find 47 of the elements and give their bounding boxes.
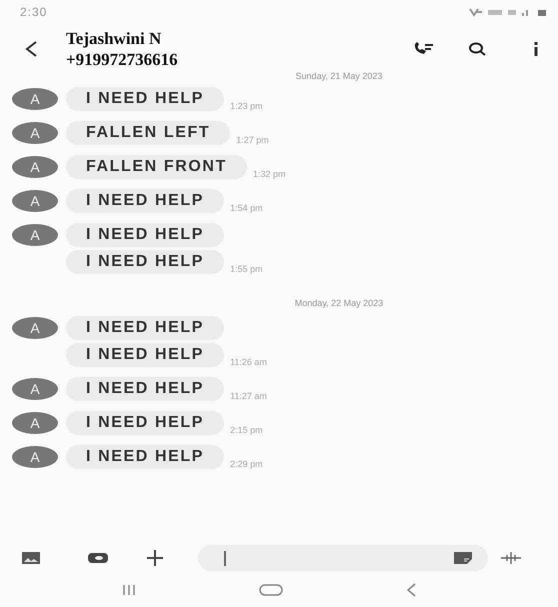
back-icon[interactable] <box>24 40 38 58</box>
home-icon[interactable] <box>258 584 283 596</box>
avatar[interactable]: A <box>12 412 58 434</box>
voice-icon[interactable] <box>500 552 522 564</box>
message-time: 11:27 am <box>230 391 267 401</box>
message-field[interactable] <box>198 545 488 571</box>
avatar[interactable]: A <box>12 190 58 212</box>
message-bubble: I NEED HELP <box>66 411 224 435</box>
date-divider: Monday, 22 May 2023 <box>294 297 384 310</box>
sticker-icon[interactable] <box>454 552 472 564</box>
contact-number: +919972736616 <box>66 49 179 70</box>
message-bubble: I NEED HELP <box>66 343 224 367</box>
message-bubble: I NEED HELP <box>66 189 224 213</box>
plus-icon[interactable] <box>146 549 164 567</box>
contact-name: Tejashwini N <box>66 28 162 49</box>
message-time: 1:54 pm <box>230 203 263 213</box>
avatar[interactable]: A <box>12 378 58 400</box>
message-time: 1:55 pm <box>230 264 263 274</box>
message-bubble: I NEED HELP <box>66 87 224 111</box>
message-bubble: I NEED HELP <box>66 445 224 469</box>
camera-icon[interactable] <box>88 552 108 564</box>
avatar[interactable]: A <box>12 122 58 144</box>
avatar[interactable]: A <box>12 88 58 110</box>
message-time: 11:26 am <box>230 357 267 367</box>
recent-apps-icon[interactable] <box>122 584 136 596</box>
date-divider: Sunday, 21 May 2023 <box>294 70 384 83</box>
more-icon[interactable] <box>534 42 538 56</box>
message-bubble: I NEED HELP <box>66 250 224 274</box>
message-time: 1:27 pm <box>236 135 269 145</box>
message-time: 1:23 pm <box>230 101 263 111</box>
message-bubble: I NEED HELP <box>66 316 224 340</box>
avatar[interactable]: A <box>12 224 58 246</box>
message-time: 1:32 pm <box>252 169 286 179</box>
status-time: 2:30 <box>20 5 48 19</box>
message-bubble: FALLEN FRONT <box>66 155 247 179</box>
phone-icon[interactable] <box>412 41 434 57</box>
message-time: 2:29 pm <box>230 459 263 469</box>
search-icon[interactable] <box>468 42 486 56</box>
avatar[interactable]: A <box>12 317 58 339</box>
message-bubble: I NEED HELP <box>66 377 224 401</box>
avatar[interactable]: A <box>12 156 58 178</box>
message-bubble: FALLEN LEFT <box>66 121 230 145</box>
message-bubble: I NEED HELP <box>66 223 224 247</box>
message-time: 2:15 pm <box>230 425 263 435</box>
gallery-icon[interactable] <box>22 552 40 564</box>
avatar[interactable]: A <box>12 446 58 468</box>
back-nav-icon[interactable] <box>406 583 416 597</box>
